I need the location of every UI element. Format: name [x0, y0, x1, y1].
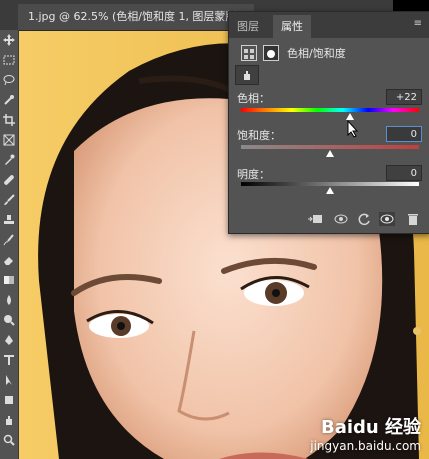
mouse-cursor-icon	[347, 119, 359, 142]
mask-icon[interactable]	[263, 45, 279, 61]
hue-label: 色相：	[237, 92, 270, 105]
zoom-icon[interactable]	[3, 434, 15, 446]
eyedropper-icon[interactable]	[3, 154, 15, 166]
heal-icon[interactable]	[3, 174, 15, 186]
eraser-icon[interactable]	[3, 254, 15, 266]
watermark: Baidu 经验 jingyan.baidu.com	[310, 413, 421, 453]
brush-icon[interactable]	[3, 194, 15, 206]
lightness-label: 明度：	[237, 168, 270, 181]
clip-to-layer-icon[interactable]	[307, 212, 323, 226]
hue-slider-thumb[interactable]	[346, 113, 354, 120]
gradient-icon[interactable]	[3, 274, 15, 286]
saturation-slider-track[interactable]	[241, 145, 419, 149]
saturation-label: 饱和度：	[237, 129, 281, 142]
dodge-icon[interactable]	[3, 314, 15, 326]
hand-target-icon[interactable]	[235, 65, 259, 85]
quick-select-icon[interactable]	[3, 94, 15, 106]
hue-slider-track[interactable]	[241, 108, 419, 112]
text-icon[interactable]	[3, 354, 15, 366]
watermark-url: jingyan.baidu.com	[310, 439, 421, 453]
lightness-slider-thumb[interactable]	[326, 187, 334, 194]
watermark-brand: Baidu 经验	[320, 417, 421, 438]
saturation-value-field[interactable]: 0	[386, 126, 422, 142]
visibility-eye-icon[interactable]	[379, 212, 395, 226]
adjustment-icon[interactable]	[241, 45, 257, 61]
history-brush-icon[interactable]	[3, 234, 15, 246]
blur-icon[interactable]	[3, 294, 15, 306]
saturation-slider-thumb[interactable]	[326, 150, 334, 157]
view-previous-icon[interactable]	[333, 212, 349, 226]
tab-layers[interactable]: 图层	[229, 15, 267, 38]
properties-panel: 图层 属性 ≡ 色相/饱和度 色相： +22 饱和度： 0 明度： 0	[228, 11, 429, 234]
adjustment-title: 色相/饱和度	[287, 47, 346, 60]
shape-icon[interactable]	[3, 394, 15, 406]
hue-value-field[interactable]: +22	[386, 89, 422, 105]
reset-icon[interactable]	[357, 212, 373, 226]
panel-footer	[229, 205, 429, 233]
panel-menu-icon[interactable]: ≡	[414, 18, 422, 29]
lightness-slider-track[interactable]	[241, 182, 419, 186]
stamp-icon[interactable]	[3, 214, 15, 226]
panel-tab-bar: 图层 属性 ≡	[229, 12, 429, 38]
document-tab[interactable]: 1.jpg @ 62.5% (色相/饱和度 1, 图层蒙版/8	[18, 4, 254, 30]
delete-trash-icon[interactable]	[405, 212, 421, 226]
move-icon[interactable]	[3, 34, 15, 46]
hand-icon[interactable]	[3, 414, 15, 426]
path-select-icon[interactable]	[3, 374, 15, 386]
tools-toolbar	[0, 30, 19, 459]
marquee-icon[interactable]	[3, 54, 15, 66]
tab-properties[interactable]: 属性	[273, 15, 311, 38]
frame-icon[interactable]	[3, 134, 15, 146]
pen-icon[interactable]	[3, 334, 15, 346]
lasso-icon[interactable]	[3, 74, 15, 86]
crop-icon[interactable]	[3, 114, 15, 126]
lightness-value-field[interactable]: 0	[386, 165, 422, 181]
